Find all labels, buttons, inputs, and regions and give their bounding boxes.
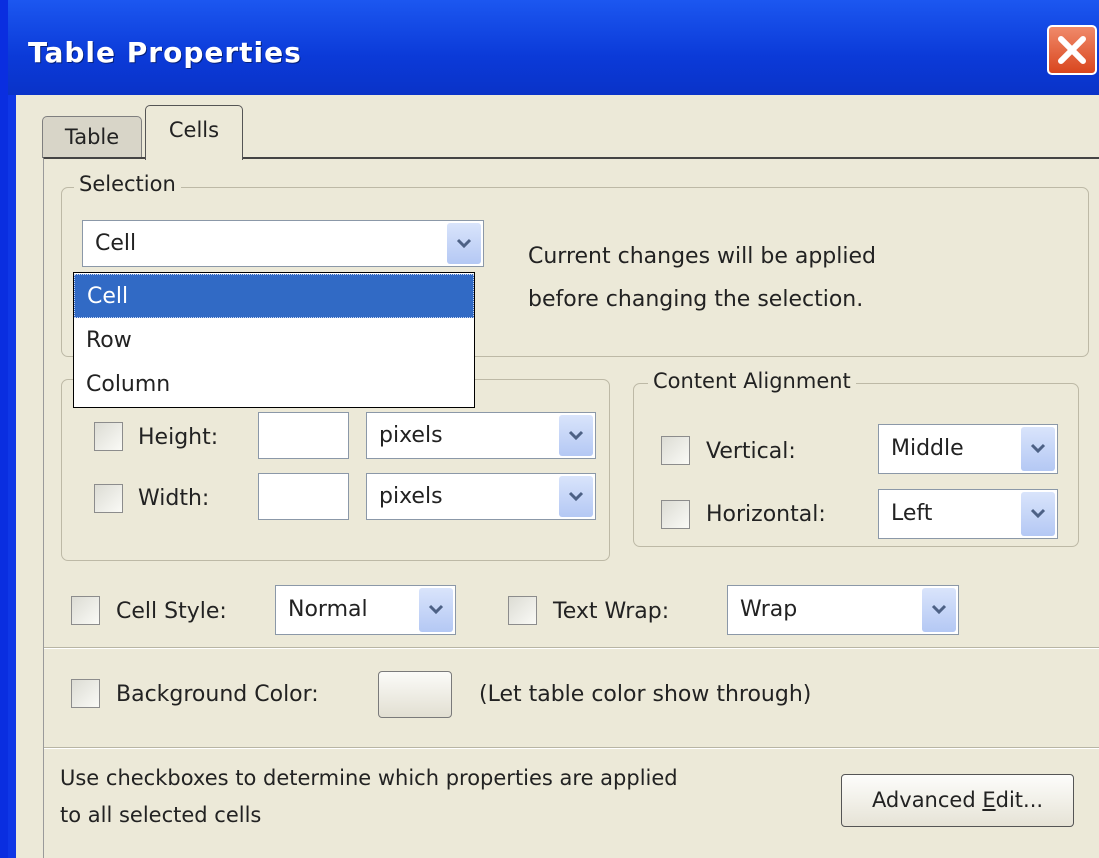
selection-legend: Selection [74,172,181,196]
window-title: Table Properties [28,36,302,69]
width-label: Width: [138,486,210,511]
cells-tab-panel: Selection Cell Current changes will be a… [43,157,1099,858]
selection-note-line1: Current changes will be applied [528,244,876,269]
vertical-value: Middle [891,436,964,461]
vertical-select[interactable]: Middle [878,424,1058,474]
advanced-edit-label-part2: dit... [995,788,1044,812]
advanced-edit-access-key: E [982,788,996,812]
advanced-edit-button[interactable]: Advanced Edit... [841,774,1074,827]
vertical-label: Vertical: [706,439,796,464]
chevron-down-icon [1030,508,1046,519]
text-wrap-checkbox[interactable] [508,596,537,625]
dropdown-option-cell[interactable]: Cell [74,274,474,318]
horizontal-label: Horizontal: [706,502,826,527]
vertical-dropdown-button[interactable] [1021,427,1055,471]
selection-note-line2: before changing the selection. [528,287,864,312]
dropdown-option-row[interactable]: Row [74,319,474,363]
cell-style-dropdown-button[interactable] [419,588,453,632]
close-icon [1058,36,1086,64]
horizontal-dropdown-button[interactable] [1021,492,1055,536]
horizontal-checkbox[interactable] [661,500,690,529]
cell-style-label: Cell Style: [116,599,227,624]
dialog-body: Table Cells Selection Cell Current chang… [16,95,1099,858]
width-unit-dropdown-button[interactable] [559,476,593,517]
selection-dropdown-list: Cell Row Column [73,272,475,408]
height-input[interactable] [258,412,349,459]
text-wrap-value: Wrap [740,597,798,622]
advanced-edit-label-part1: Advanced [871,788,983,812]
text-wrap-label: Text Wrap: [553,599,670,624]
height-label: Height: [138,425,219,450]
close-button[interactable] [1047,25,1097,75]
selection-dropdown-button[interactable] [447,223,481,264]
background-color-label: Background Color: [116,682,319,707]
height-checkbox[interactable] [94,422,123,451]
chevron-down-icon [568,430,584,440]
cell-style-select[interactable]: Normal [275,585,456,635]
height-unit-dropdown-button[interactable] [559,415,593,456]
text-wrap-select[interactable]: Wrap [727,585,959,635]
width-checkbox[interactable] [94,484,123,513]
cell-style-checkbox[interactable] [71,596,100,625]
footer-hint-line2: to all selected cells [60,803,262,827]
tab-cells[interactable]: Cells [145,105,243,160]
chevron-down-icon [931,604,947,615]
vertical-checkbox[interactable] [661,436,690,465]
separator [44,647,1099,649]
title-bar[interactable]: Table Properties [8,0,1099,95]
chevron-down-icon [428,604,444,615]
footer-hint-line1: Use checkboxes to determine which proper… [60,766,678,790]
height-unit-select[interactable]: pixels [366,412,596,459]
dialog-window: Table Properties Table Cells Selection C… [8,0,1099,858]
separator [44,747,1099,749]
selection-select[interactable]: Cell [82,220,484,267]
background-color-button[interactable] [378,671,452,718]
cell-style-value: Normal [288,597,368,622]
chevron-down-icon [568,491,584,501]
dropdown-option-column[interactable]: Column [74,363,474,407]
content-alignment-legend: Content Alignment [648,369,856,393]
background-color-checkbox[interactable] [71,679,100,708]
background-color-note: (Let table color show through) [479,682,812,707]
chevron-down-icon [1030,443,1046,454]
width-input[interactable] [258,473,349,520]
tab-table[interactable]: Table [42,116,142,158]
height-unit-value: pixels [379,423,443,448]
text-wrap-dropdown-button[interactable] [922,588,956,632]
width-unit-select[interactable]: pixels [366,473,596,520]
selection-value: Cell [95,231,137,256]
width-unit-value: pixels [379,484,443,509]
horizontal-select[interactable]: Left [878,489,1058,539]
horizontal-value: Left [891,501,933,526]
chevron-down-icon [456,238,472,248]
